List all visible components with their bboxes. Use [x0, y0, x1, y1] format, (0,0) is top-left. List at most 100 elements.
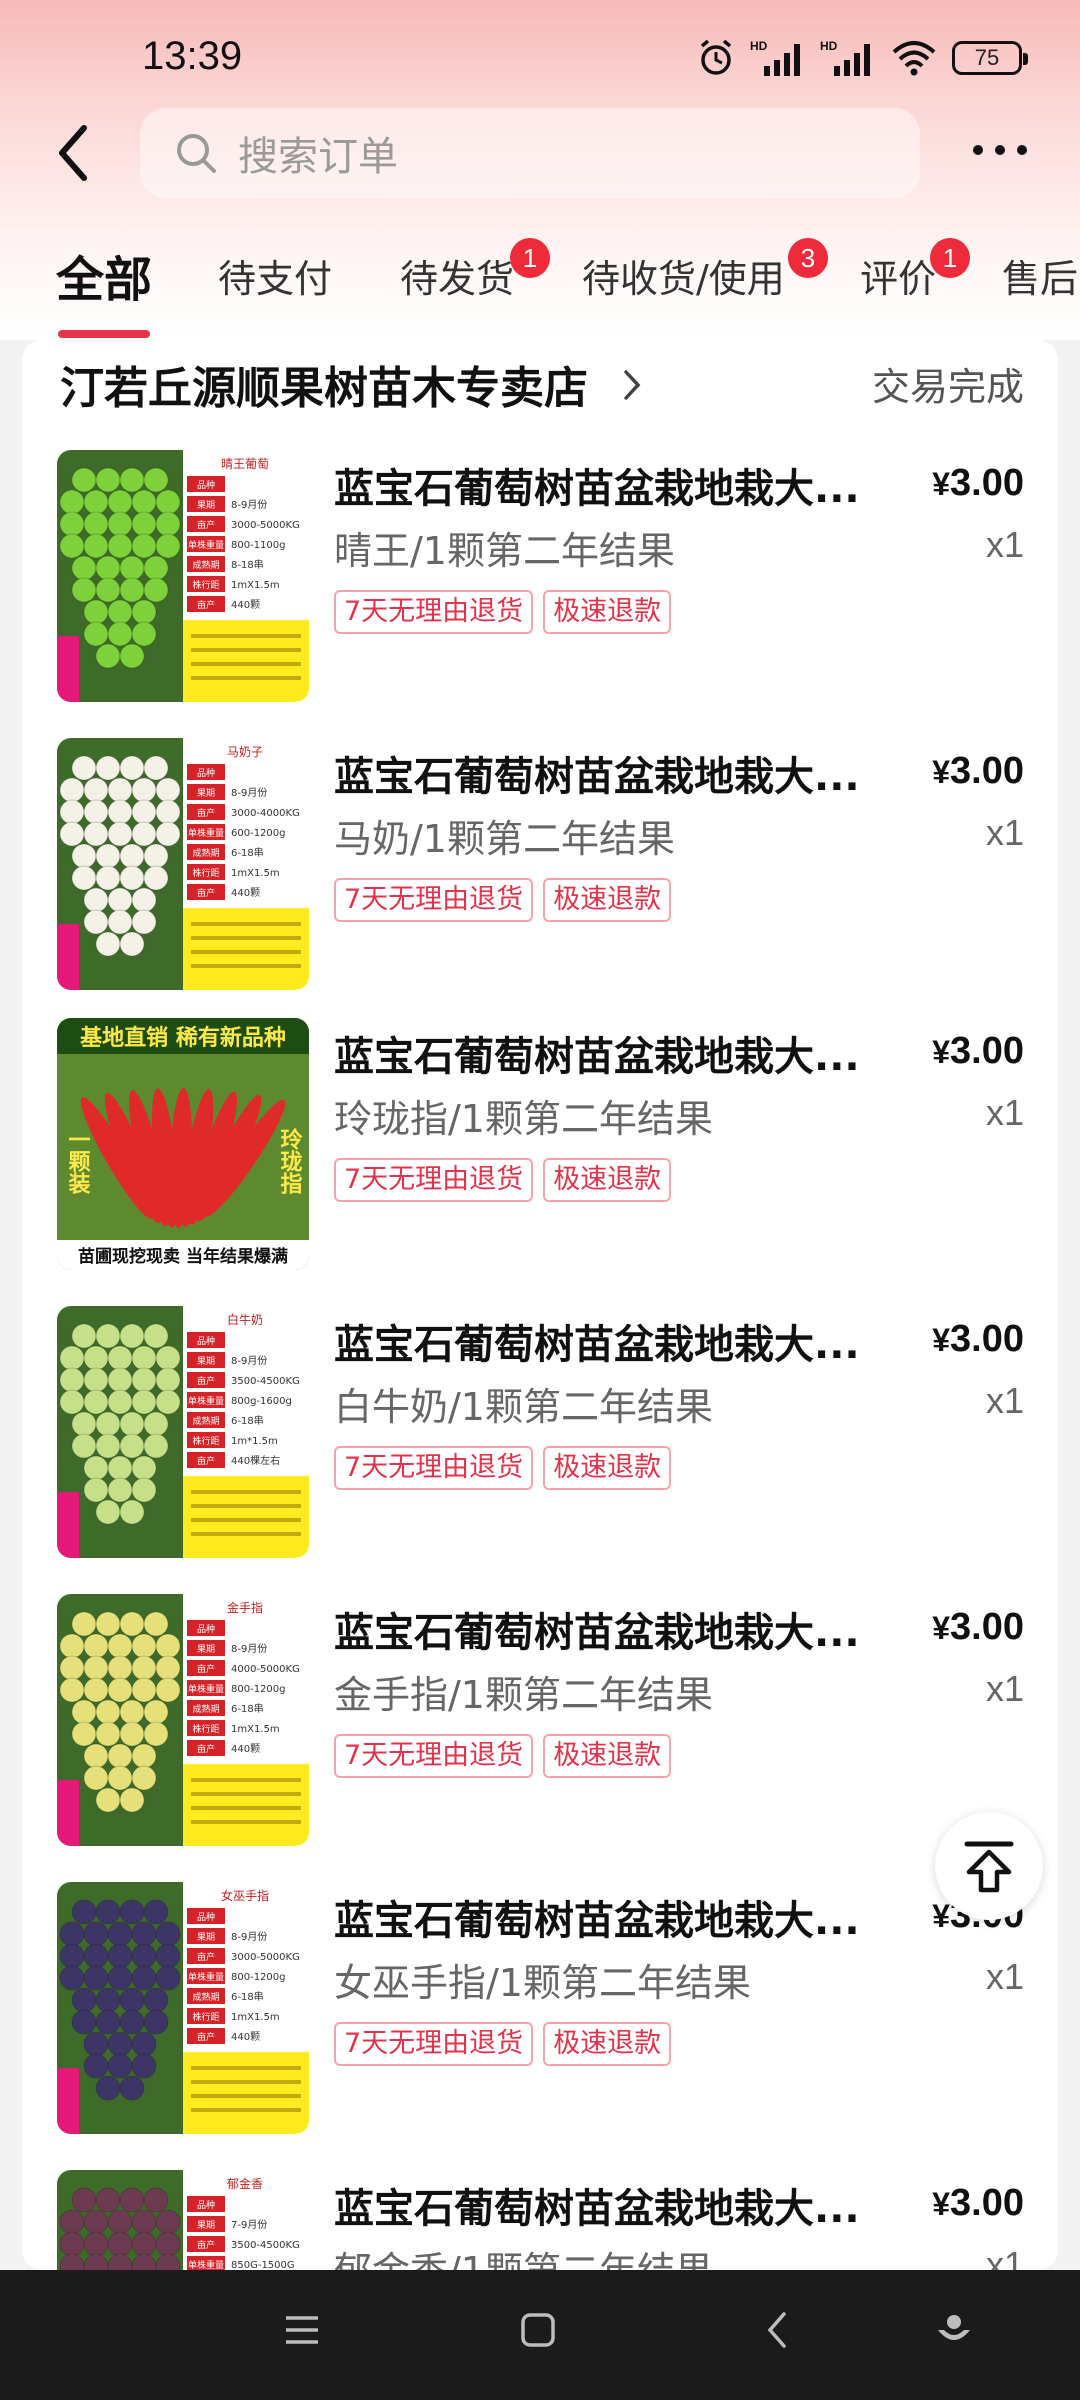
grape-berry [83, 599, 109, 625]
service-tag: 7天无理由退货 [334, 1158, 534, 1202]
tab-after-sales[interactable]: 售后 [1002, 248, 1078, 303]
order-item[interactable]: 马奶子 品种 果期 亩产 单株重量 成熟期 株行距 亩产 8-9月份 3000-4000KG 600… [22, 738, 1058, 1008]
order-item[interactable]: 白牛奶 品种 果期 亩产 单株重量 成熟期 株行距 亩产 8-9月份 3500-4500KG 800… [22, 1306, 1058, 1576]
grape-berry [95, 1499, 121, 1525]
product-title[interactable]: 蓝宝石葡萄树苗盆栽地栽大... [334, 1024, 894, 1082]
spec-value: 3500-4500KG [231, 2240, 300, 2251]
order-item[interactable]: 郁金香 品种 果期 亩产 单株重量 7-9月份 3500-4500KG 850G-1500G 蓝… [22, 2170, 1058, 2270]
product-image: 白牛奶品种果期亩产单株重量成熟期株行距亩产8-9月份3500-4500KG800… [57, 1306, 309, 1558]
menu-icon[interactable] [282, 2310, 322, 2350]
product-thumbnail[interactable]: 基地直销 稀有新品种 一颗装 玲珑指 苗圃现挖现卖 当年结果爆满 [57, 1018, 309, 1270]
product-title[interactable]: 蓝宝石葡萄树苗盆栽地栽大... [334, 1312, 894, 1370]
search-input[interactable]: 搜索订单 [140, 108, 920, 198]
spec-label: 单株重量 [188, 827, 224, 839]
order-card[interactable]: 汀若丘源顺果树苗木专卖店 交易完成 晴王葡萄 品种 果期 亩产 单株重量 成熟期 株行距 亩产… [22, 340, 1058, 2270]
back-to-top-button[interactable] [935, 1812, 1043, 1920]
tab-pending-payment[interactable]: 待支付 [218, 248, 332, 303]
grape-berry [95, 1721, 121, 1747]
product-title[interactable]: 蓝宝石葡萄树苗盆栽地栽大... [334, 456, 894, 514]
grape-berry [131, 1345, 157, 1371]
grape-berry [83, 1921, 109, 1947]
product-title[interactable]: 蓝宝石葡萄树苗盆栽地栽大... [334, 1600, 894, 1658]
description-line [191, 1504, 301, 1508]
grape-berry [83, 1367, 109, 1393]
home-icon[interactable] [518, 2310, 558, 2350]
grape-berry [143, 1611, 169, 1637]
description-line [191, 2080, 301, 2084]
product-price: ¥3.00 [932, 462, 1024, 505]
tab-pending-receipt[interactable]: 待收货/使用 [582, 248, 785, 303]
product-title[interactable]: 蓝宝石葡萄树苗盆栽地栽大... [334, 1888, 894, 1946]
grape-berry [131, 2031, 157, 2057]
description-line [191, 922, 301, 926]
description-line [191, 1490, 301, 1494]
product-title[interactable]: 蓝宝石葡萄树苗盆栽地栽大... [334, 744, 894, 802]
currency-symbol: ¥ [932, 2186, 951, 2222]
grape-berry [83, 1677, 109, 1703]
order-item[interactable]: 女巫手指 品种 果期 亩产 单株重量 成熟期 株行距 亩产 8-9月份 3000-5000KG 80… [22, 1882, 1058, 2152]
back-to-top-icon [964, 1841, 1014, 1893]
order-item[interactable]: 基地直销 稀有新品种 一颗装 玲珑指 苗圃现挖现卖 当年结果爆满 蓝宝石葡萄树苗盆栽地栽… [22, 1018, 1058, 1288]
spec-label: 单株重量 [188, 1683, 224, 1695]
product-price: ¥3.00 [932, 1606, 1024, 1649]
spec-label: 株行距 [192, 1723, 219, 1735]
grape-berry [71, 2187, 97, 2213]
assistant-icon[interactable] [934, 2310, 974, 2350]
grape-berry [59, 2209, 85, 2235]
grape-berry [95, 1987, 121, 2013]
grape-berry [119, 1987, 145, 2013]
grape-berry [155, 1655, 181, 1681]
grape-berry [143, 1899, 169, 1925]
product-thumbnail[interactable]: 女巫手指 品种 果期 亩产 单株重量 成熟期 株行距 亩产 8-9月份 3000-5000KG 80… [57, 1882, 309, 2134]
grape-berry [107, 489, 133, 515]
grape-berry [131, 1655, 157, 1681]
product-thumbnail[interactable]: 晴王葡萄 品种 果期 亩产 单株重量 成熟期 株行距 亩产 8-9月份 3000-5000KG 80… [57, 450, 309, 702]
product-title[interactable]: 蓝宝石葡萄树苗盆栽地栽大... [334, 2176, 894, 2234]
spec-value: 440颗 [231, 887, 260, 899]
product-thumbnail[interactable]: 郁金香 品种 果期 亩产 单株重量 7-9月份 3500-4500KG 850G-1500G [57, 2170, 309, 2270]
grape-berry [131, 2231, 157, 2257]
product-quantity: x1 [985, 812, 1024, 853]
product-price: ¥3.00 [932, 750, 1024, 793]
image-banner-top: 基地直销 稀有新品种 [80, 1025, 286, 1051]
tab-review[interactable]: 评价 [860, 248, 936, 303]
grape-berry [83, 533, 109, 559]
product-thumbnail[interactable]: 马奶子 品种 果期 亩产 单株重量 成熟期 株行距 亩产 8-9月份 3000-4000KG 600… [57, 738, 309, 990]
back-icon[interactable] [758, 2310, 798, 2350]
back-arrow-icon[interactable] [48, 118, 98, 188]
service-tags: 7天无理由退货 极速退款 [334, 878, 672, 922]
grape-berry [119, 1433, 145, 1459]
grape-berry [95, 1787, 121, 1813]
currency-symbol: ¥ [932, 1034, 951, 1070]
grape-berry [119, 1411, 145, 1437]
spec-value: 6-18串 [231, 847, 264, 859]
grape-berry [107, 1633, 133, 1659]
more-dots-icon[interactable] [968, 130, 1032, 170]
description-line [191, 1532, 301, 1536]
grape-berry [143, 577, 169, 603]
spec-label: 果期 [197, 788, 215, 799]
grape-berry [107, 1921, 133, 1947]
spec-label: 亩产 [197, 2031, 215, 2043]
tab-pending-shipment[interactable]: 待发货 [400, 248, 514, 303]
product-spec: 玲珑指/1颗第二年结果 [334, 1097, 713, 1141]
chevron-right-icon[interactable] [622, 368, 642, 402]
image-variety-name: 白牛奶 [227, 1312, 263, 1327]
grape-berry [107, 1943, 133, 1969]
service-tag: 极速退款 [543, 2022, 672, 2066]
grape-berry [107, 1765, 133, 1791]
spec-value: 1mX1.5m [231, 1724, 280, 1735]
product-thumbnail[interactable]: 白牛奶 品种 果期 亩产 单株重量 成熟期 株行距 亩产 8-9月份 3500-4500KG 800… [57, 1306, 309, 1558]
grape-berry [71, 1899, 97, 1925]
order-item[interactable]: 金手指 品种 果期 亩产 单株重量 成熟期 株行距 亩产 8-9月份 4000-5000KG 800… [22, 1594, 1058, 1864]
grape-berry [95, 2075, 121, 2101]
grape-berry [143, 1699, 169, 1725]
order-item[interactable]: 晴王葡萄 品种 果期 亩产 单株重量 成熟期 株行距 亩产 8-9月份 3000-5000KG 80… [22, 450, 1058, 720]
product-thumbnail[interactable]: 金手指 品种 果期 亩产 单株重量 成熟期 株行距 亩产 8-9月份 4000-5000KG 800… [57, 1594, 309, 1846]
product-image: 晴王葡萄品种果期亩产单株重量成熟期株行距亩产8-9月份3000-5000KG80… [57, 450, 309, 702]
store-name[interactable]: 汀若丘源顺果树苗木专卖店 [60, 352, 588, 416]
grape-berry [107, 621, 133, 647]
spec-label: 亩产 [197, 599, 215, 611]
image-variety-name: 晴王葡萄 [221, 457, 269, 471]
tab-all[interactable]: 全部 [56, 240, 152, 310]
